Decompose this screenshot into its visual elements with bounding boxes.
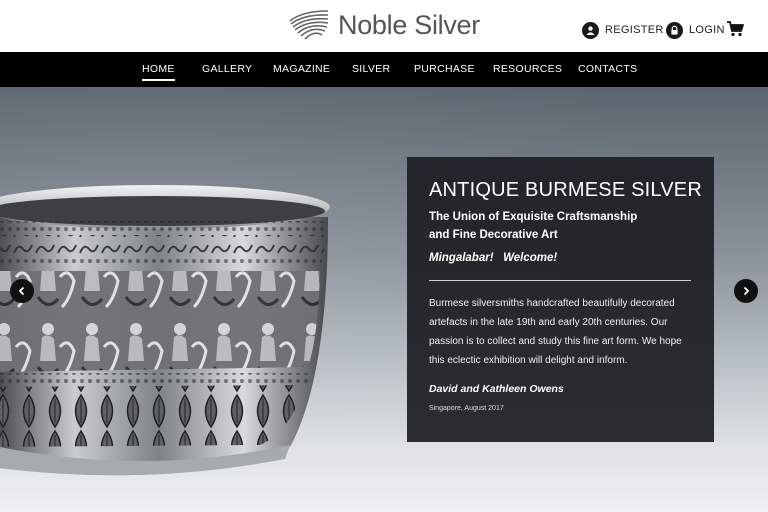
login-label: LOGIN [689, 24, 725, 36]
slider-next-button[interactable] [734, 279, 758, 303]
register-label: REGISTER [605, 24, 664, 36]
user-icon [582, 21, 599, 39]
antique-burmese-silver-bowl-image [0, 185, 330, 476]
panel-body-text: Burmese silversmiths handcrafted beautif… [429, 298, 682, 366]
panel-signature: David and Kathleen Owens [429, 383, 564, 395]
panel-subtitle-line2: and Fine Decorative Art [429, 229, 558, 241]
site-header: Noble Silver REGISTER LOGIN [0, 0, 768, 52]
register-link[interactable]: REGISTER [582, 20, 664, 40]
lock-icon [666, 21, 683, 39]
panel-subtitle-line1: The Union of Exquisite Craftsmanship [429, 211, 638, 223]
nav-item-home[interactable]: HOME [142, 63, 175, 81]
chevron-left-icon [18, 286, 25, 296]
chevron-right-icon [743, 286, 750, 296]
main-nav: HOME GALLERY MAGAZINE SILVER PURCHASE RE… [0, 52, 768, 87]
slider-prev-button[interactable] [10, 279, 34, 303]
brand-name: Noble Silver [338, 9, 480, 40]
panel-greeting: Mingalabar! Welcome! [429, 252, 558, 264]
nav-item-purchase[interactable]: PURCHASE [414, 63, 475, 75]
nav-item-gallery[interactable]: GALLERY [202, 63, 252, 75]
hero-slider: ANTIQUE BURMESE SILVER The Union of Exqu… [0, 87, 768, 512]
nav-item-silver[interactable]: SILVER [352, 63, 390, 75]
panel-place-date: Singapore, August 2017 [429, 405, 504, 412]
welcome-panel: ANTIQUE BURMESE SILVER The Union of Exqu… [407, 157, 714, 442]
nav-item-contacts[interactable]: CONTACTS [578, 63, 637, 75]
brand-logo[interactable]: Noble Silver [288, 8, 480, 42]
login-link[interactable]: LOGIN [666, 20, 725, 40]
striped-shell-logo-icon [289, 10, 329, 40]
panel-divider [429, 280, 691, 281]
nav-item-magazine[interactable]: MAGAZINE [273, 63, 330, 75]
cart-icon[interactable] [726, 20, 744, 38]
nav-item-resources[interactable]: RESOURCES [493, 63, 562, 75]
panel-title: ANTIQUE BURMESE SILVER [429, 179, 702, 201]
